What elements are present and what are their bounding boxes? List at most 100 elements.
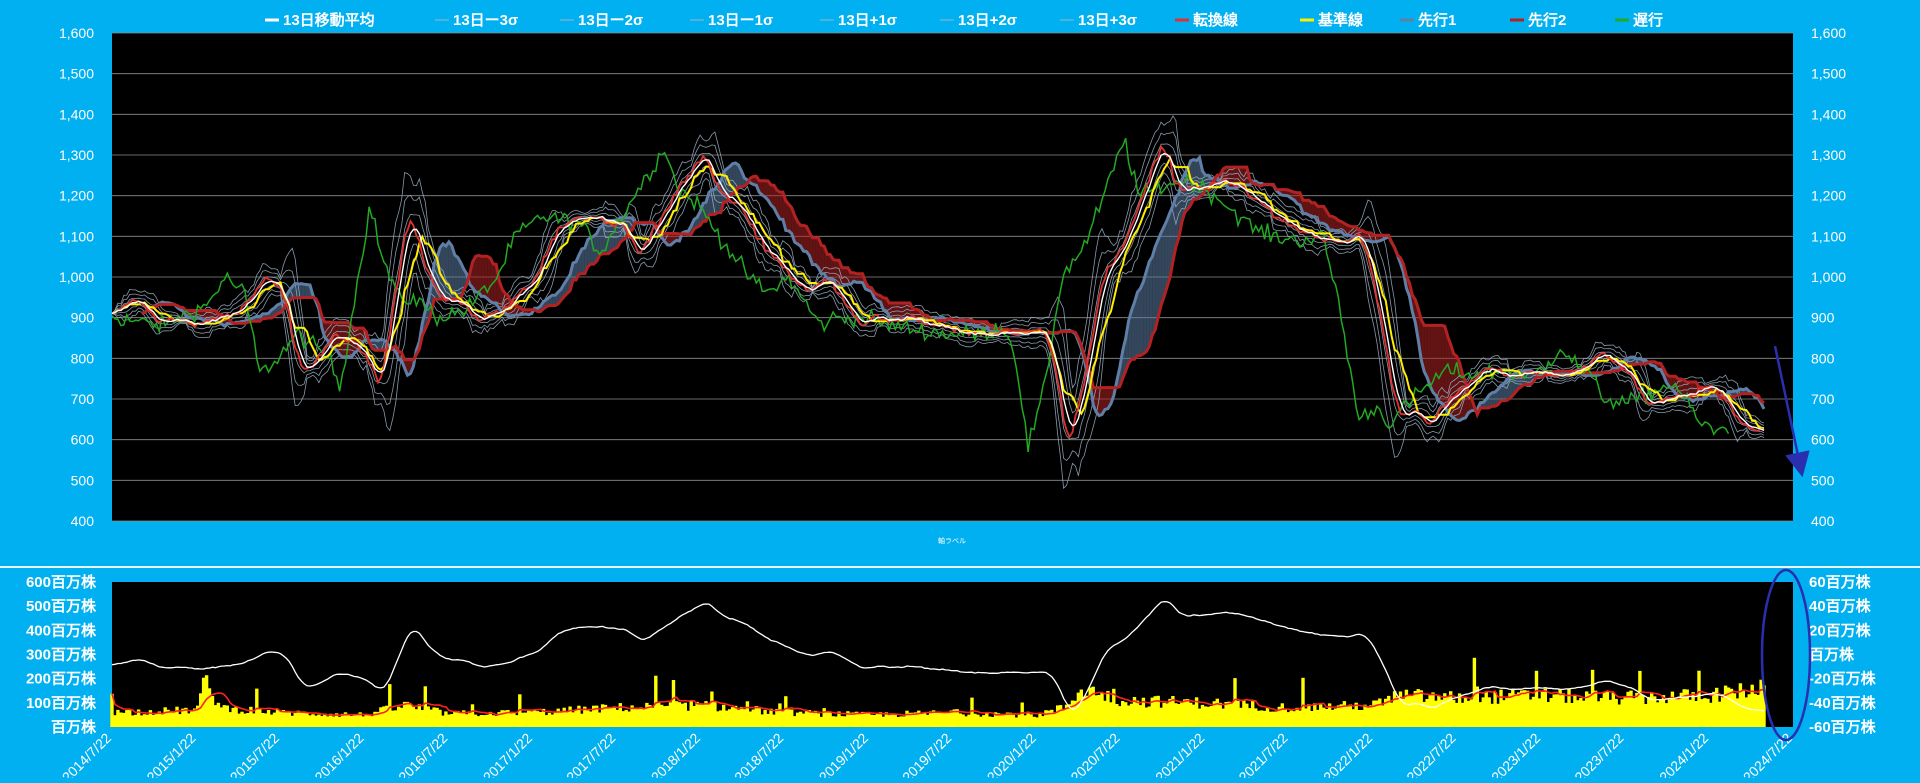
x-tick-label: 2016/1/22: [311, 730, 367, 778]
volume-bar: [988, 717, 991, 728]
cloud-segment: [1152, 247, 1155, 335]
volume-panel: 百万株100百万株200百万株300百万株400百万株500百万株600百万株-…: [26, 573, 1877, 778]
volume-bar: [950, 711, 953, 728]
volume-bar: [1115, 704, 1118, 727]
volume-bar: [486, 715, 489, 727]
cloud-segment: [1229, 167, 1232, 188]
volume-bar: [864, 712, 867, 727]
volume-y-tick-label: 100百万株: [26, 694, 97, 712]
volume-bar: [967, 715, 970, 727]
volume-bar: [492, 715, 495, 727]
volume-bar: [1100, 693, 1103, 727]
volume-bar: [828, 712, 831, 727]
volume-bar: [1248, 708, 1251, 727]
volume-bar: [391, 711, 394, 727]
volume-bar: [1056, 705, 1059, 727]
volume-bar: [1295, 708, 1298, 727]
volume-bar: [796, 713, 799, 727]
volume-bar: [1508, 693, 1511, 727]
volume-bar: [1635, 693, 1638, 727]
volume-bar: [598, 713, 601, 728]
volume-bar: [1576, 700, 1579, 727]
volume-bar: [695, 702, 698, 727]
volume-bar: [648, 705, 651, 727]
volume-bar: [1470, 699, 1473, 727]
volume-bar: [1219, 703, 1222, 727]
volume-bar: [1313, 703, 1316, 727]
volume-bar: [666, 706, 669, 727]
volume-bar: [1742, 690, 1745, 727]
volume-bar: [438, 710, 441, 727]
volume-bar: [693, 706, 696, 727]
volume-bar: [905, 711, 908, 727]
legend-label: 13日ー1σ: [708, 12, 773, 29]
volume-bar: [1582, 701, 1585, 727]
volume-bar: [607, 707, 610, 727]
volume-bar: [317, 715, 320, 727]
volume-bar: [1594, 691, 1597, 727]
volume-bar: [1310, 711, 1313, 727]
volume-bar: [427, 706, 430, 727]
volume-bar: [684, 703, 687, 727]
volume-bar: [1493, 692, 1496, 727]
volume-bar: [347, 715, 350, 728]
volume-bar: [1319, 704, 1322, 727]
cloud-segment: [487, 256, 490, 301]
volume-bar: [1254, 708, 1257, 727]
volume-bar: [1570, 703, 1573, 727]
volume-bar: [143, 714, 146, 727]
y-tick-label: 900: [71, 310, 95, 326]
volume-bar: [1236, 701, 1239, 727]
y-tick-label-right: 1,100: [1811, 228, 1846, 244]
volume-bar: [483, 715, 486, 727]
y-tick-label: 1,100: [59, 228, 94, 244]
volume-bar: [1204, 706, 1207, 727]
volume-bar: [701, 704, 704, 728]
volume-bar: [406, 702, 409, 727]
volume-bar: [752, 710, 755, 728]
volume-bar: [651, 708, 654, 727]
volume-bar: [1130, 704, 1133, 727]
volume-bar: [1606, 691, 1609, 727]
volume-bar: [471, 704, 474, 727]
volume-bar: [657, 702, 660, 727]
volume-bar: [1281, 703, 1284, 727]
volume-bar: [867, 713, 870, 727]
volume-bar: [285, 713, 288, 728]
volume-bar: [1550, 698, 1553, 727]
volume-bar: [1425, 699, 1428, 727]
volume-bar: [1080, 690, 1083, 728]
y-tick-label-right: 800: [1811, 350, 1835, 366]
volume-bar: [211, 696, 214, 727]
volume-bar: [763, 710, 766, 727]
volume-bar: [1103, 701, 1106, 727]
volume-bar: [1139, 705, 1142, 727]
volume-bar: [625, 710, 628, 727]
cloud-segment: [815, 238, 818, 268]
volume-bar: [314, 716, 317, 727]
volume-bar: [308, 715, 311, 727]
volume-bar: [509, 713, 512, 727]
volume-y-tick-label: 百万株: [51, 718, 97, 736]
volume-bar: [1431, 692, 1434, 727]
y-tick-label-right: 1,200: [1811, 188, 1846, 204]
volume-y-tick-label-right: -40百万株: [1809, 694, 1877, 712]
volume-bar: [554, 712, 557, 727]
volume-bar: [1588, 694, 1591, 727]
x-tick-label: 2016/7/22: [395, 730, 451, 778]
volume-bar: [616, 710, 619, 727]
volume-bar: [1659, 700, 1662, 727]
volume-bar: [302, 711, 305, 727]
volume-bar: [944, 713, 947, 727]
volume-bar: [1656, 702, 1659, 727]
volume-bar: [1097, 695, 1100, 727]
volume-bar: [560, 711, 563, 727]
cloud-segment: [1105, 388, 1108, 410]
volume-bar: [628, 712, 631, 728]
volume-bar: [1464, 697, 1467, 727]
x-tick-label: 2014/7/22: [59, 730, 115, 778]
volume-bar: [261, 713, 264, 727]
x-tick-label: 2023/7/22: [1571, 730, 1627, 778]
volume-bar: [474, 715, 477, 727]
volume-bar: [178, 714, 181, 727]
